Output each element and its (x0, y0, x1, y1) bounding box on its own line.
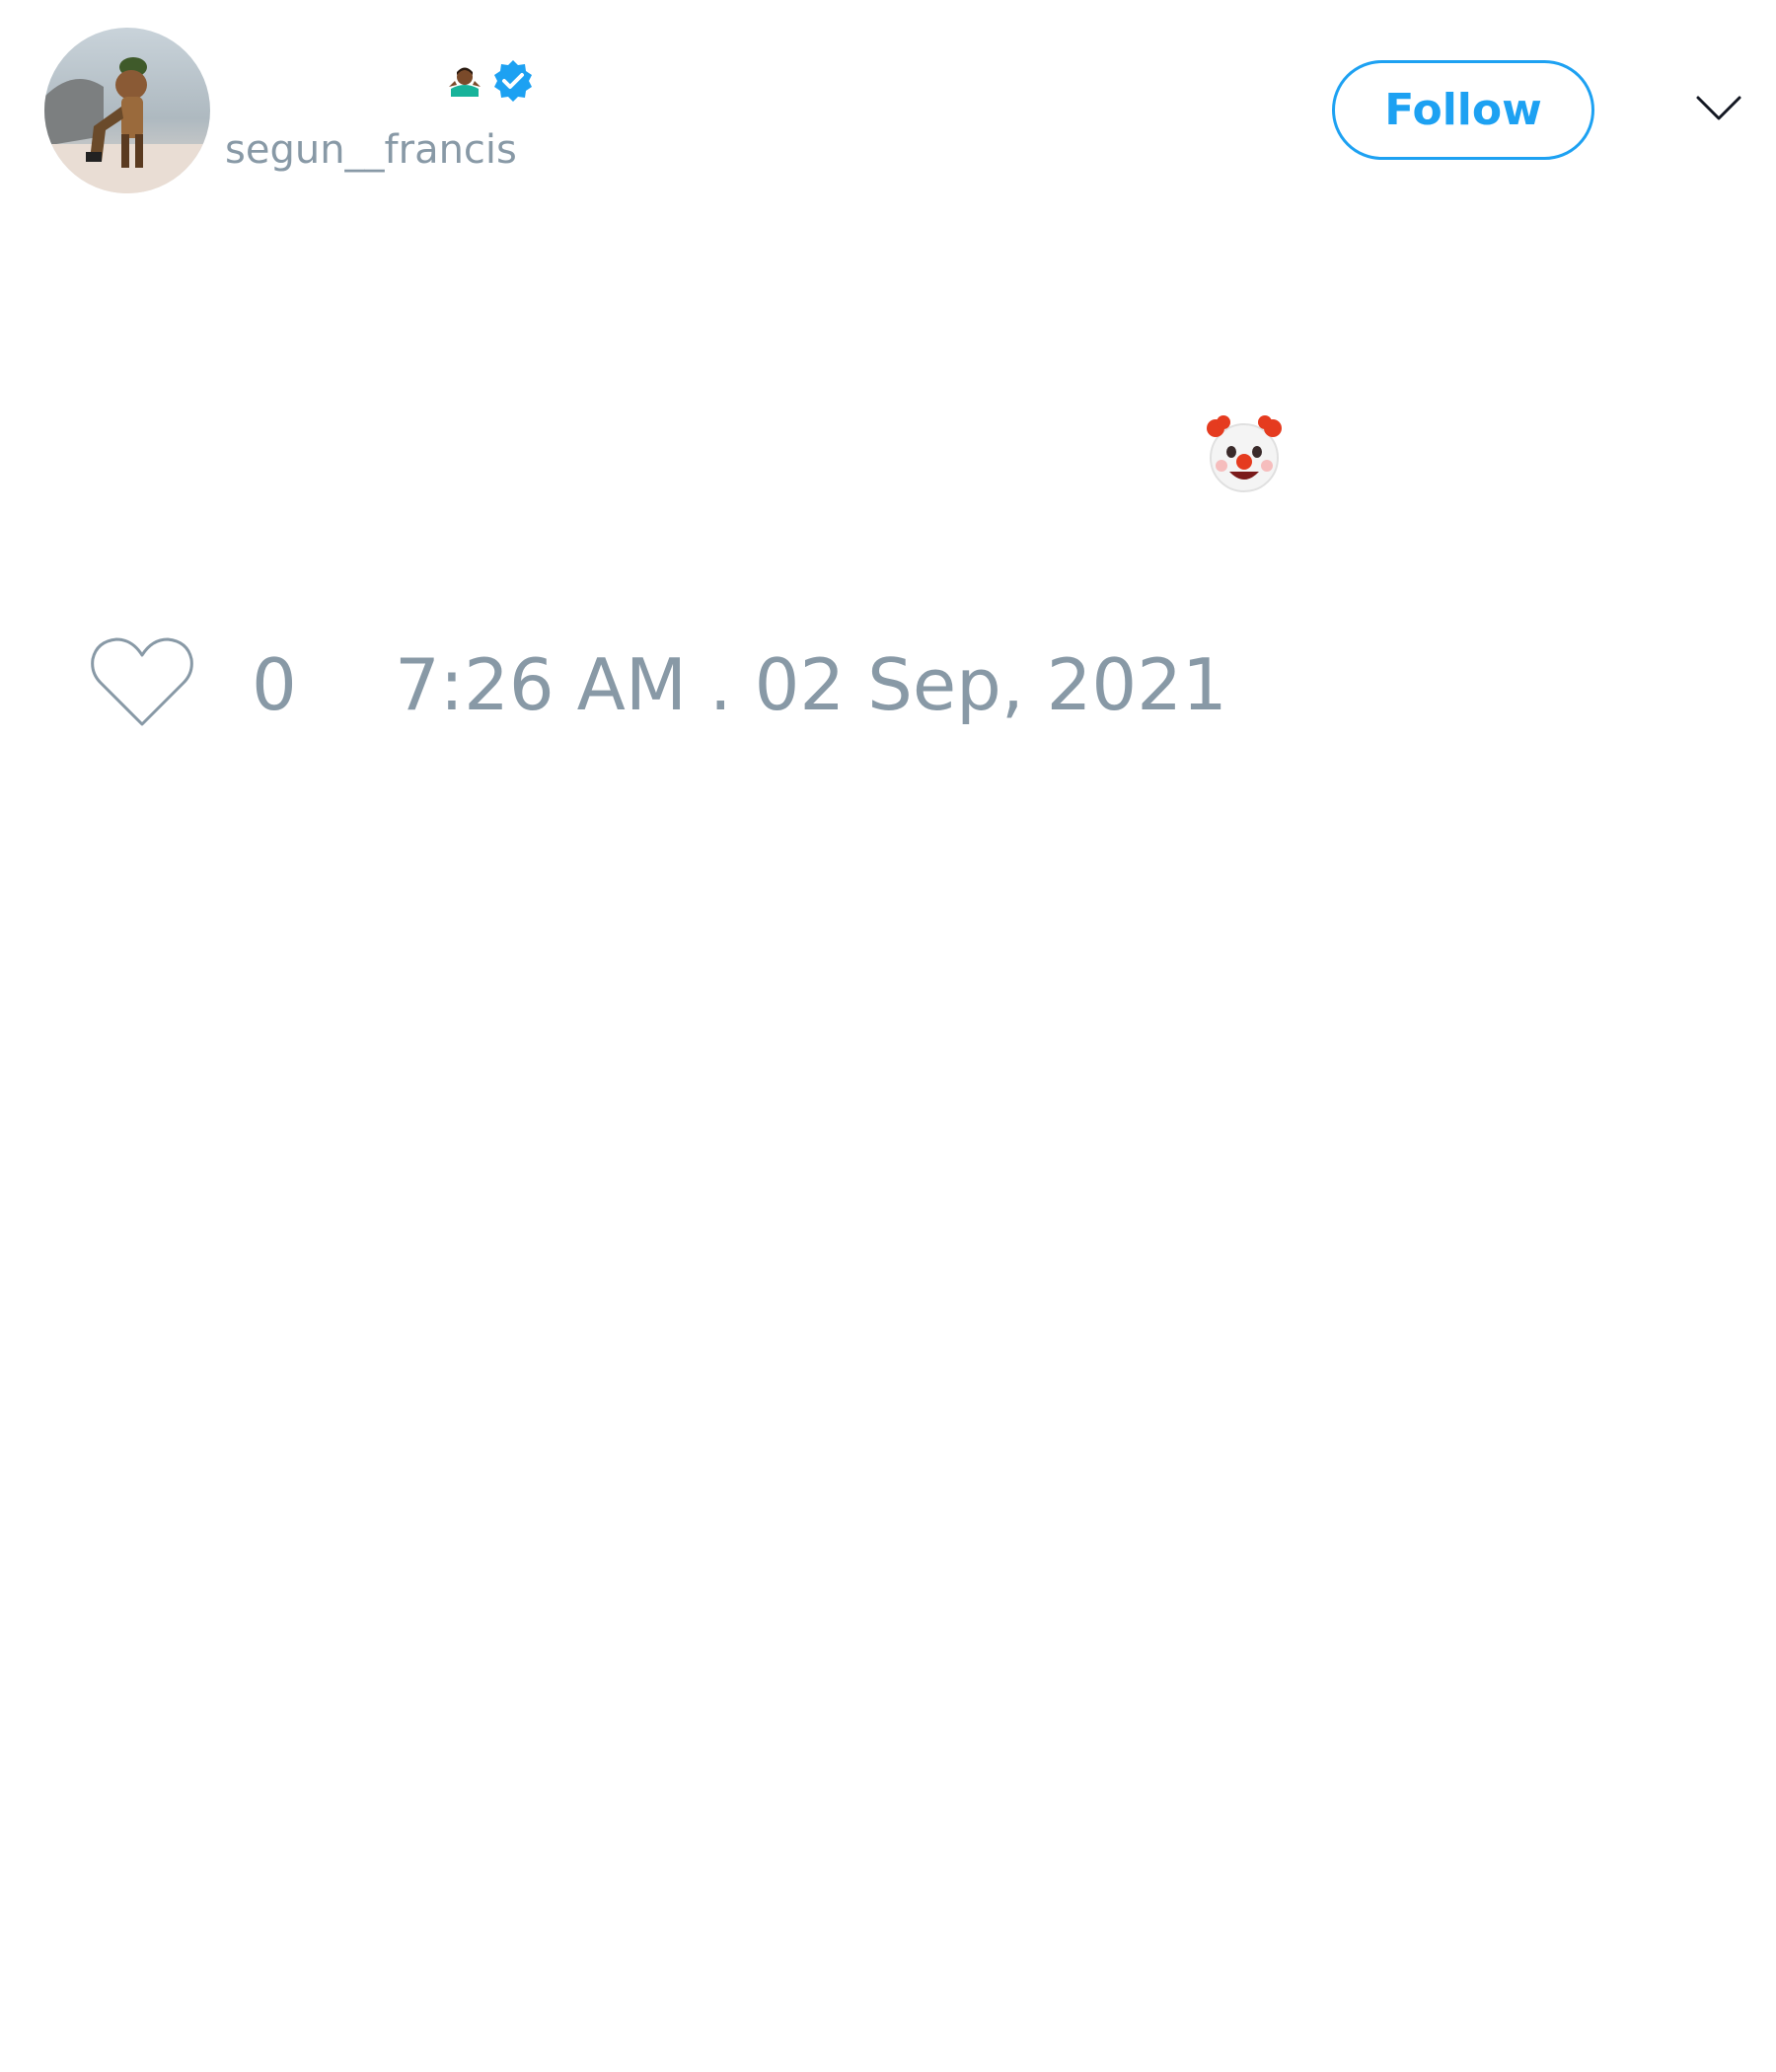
man-shrugging-emoji-icon (449, 67, 481, 97)
profile-photo-icon (44, 28, 210, 193)
heart-icon[interactable] (89, 635, 195, 730)
author-name-row (225, 55, 536, 107)
follow-button[interactable]: Follow (1332, 60, 1594, 160)
verified-badge-icon (494, 60, 532, 102)
chevron-down-icon[interactable] (1695, 94, 1742, 123)
tweet-card: segun__francis Follow 0 7:26 AM . 02 Sep… (0, 0, 1776, 2072)
tweet-body (44, 414, 1732, 553)
tweet-timestamp[interactable]: 7:26 AM . 02 Sep, 2021 (395, 643, 1227, 726)
avatar[interactable] (44, 28, 210, 193)
like-count: 0 (252, 643, 297, 726)
author-handle[interactable]: segun__francis (225, 126, 517, 174)
clown-face-emoji-icon (1207, 415, 1282, 492)
